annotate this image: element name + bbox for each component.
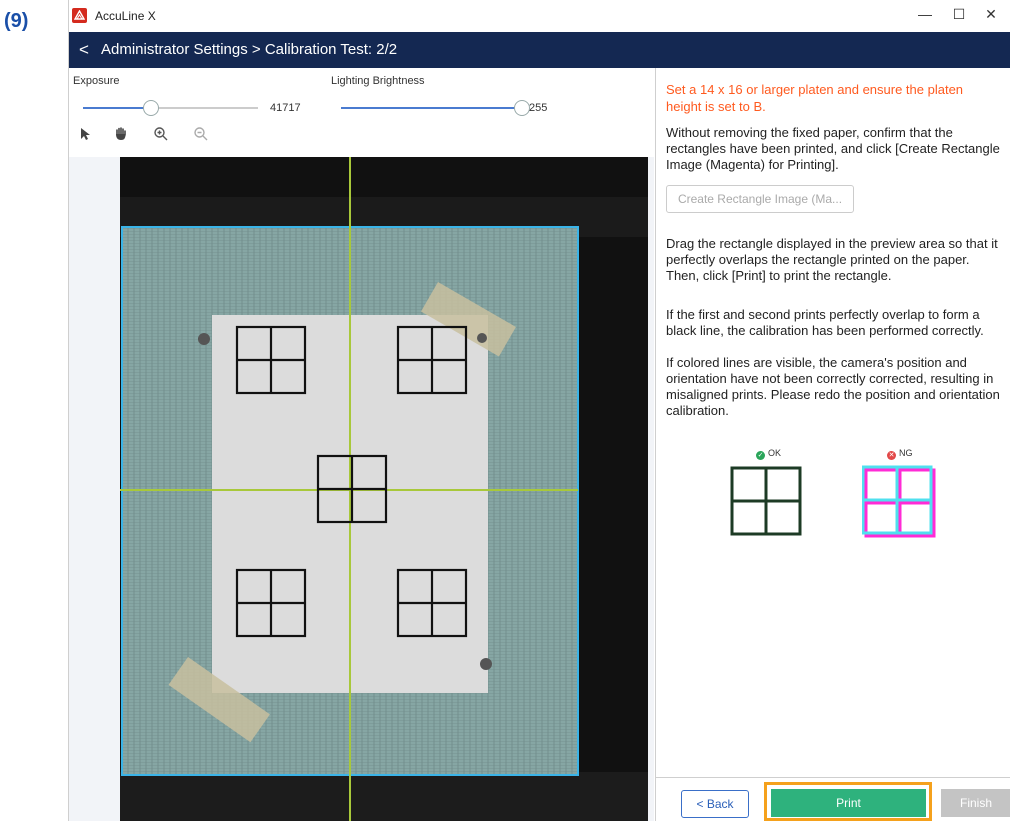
exposure-value: 41717 <box>270 102 301 114</box>
back-chevron-icon[interactable]: < <box>79 41 89 58</box>
ng-example-image <box>862 465 936 538</box>
app-title: AccuLine X <box>95 9 156 23</box>
title-bar: AccuLine X — ☐ ✕ <box>69 0 1010 32</box>
app-logo-icon <box>72 8 87 23</box>
maximize-button[interactable]: ☐ <box>943 0 975 28</box>
platen-warning: Set a 14 x 16 or larger platen and ensur… <box>666 82 964 114</box>
check-icon: ✓ <box>756 451 765 460</box>
brightness-label: Lighting Brightness <box>331 75 425 87</box>
finish-button[interactable]: Finish <box>941 789 1010 817</box>
breadcrumb: Administrator Settings > Calibration Tes… <box>101 41 398 58</box>
instruction-failure: If colored lines are visible, the camera… <box>666 355 1000 418</box>
ok-legend: ✓ OK <box>756 448 781 460</box>
zoom-out-icon[interactable] <box>193 126 213 146</box>
error-icon: ✕ <box>887 451 896 460</box>
brightness-slider-fill <box>341 107 521 109</box>
instruction-drag: Drag the rectangle displayed in the prev… <box>666 236 998 283</box>
app-window: AccuLine X — ☐ ✕ < Administrator Setting… <box>68 0 1010 821</box>
footer-divider <box>656 777 1010 778</box>
brightness-value: 255 <box>529 102 548 114</box>
print-button[interactable]: Print <box>771 789 926 817</box>
hand-icon[interactable] <box>113 126 133 146</box>
brightness-slider-thumb[interactable] <box>514 100 530 116</box>
ok-example-image <box>730 466 802 536</box>
exposure-label: Exposure <box>73 75 120 87</box>
camera-preview[interactable] <box>120 157 648 821</box>
exposure-slider-thumb[interactable] <box>143 100 159 116</box>
back-button[interactable]: < Back <box>681 790 749 818</box>
close-button[interactable]: ✕ <box>975 0 1007 28</box>
preview-image <box>120 157 648 821</box>
panel-divider <box>655 68 656 821</box>
ng-label: NG <box>899 448 913 458</box>
preview-area <box>69 157 654 821</box>
step-label: (9) <box>4 10 29 32</box>
ok-label: OK <box>768 448 782 458</box>
create-rectangle-button[interactable]: Create Rectangle Image (Ma... <box>666 185 854 213</box>
minimize-button[interactable]: — <box>909 0 941 28</box>
nav-bar: < Administrator Settings > Calibration T… <box>69 32 1010 68</box>
exposure-slider-fill <box>83 107 150 109</box>
ng-legend: ✕ NG <box>887 448 913 460</box>
instruction-confirm: Without removing the fixed paper, confir… <box>666 125 1000 172</box>
instruction-success: If the first and second prints perfectly… <box>666 307 984 338</box>
zoom-in-icon[interactable] <box>153 126 173 146</box>
pointer-icon[interactable] <box>79 126 99 146</box>
